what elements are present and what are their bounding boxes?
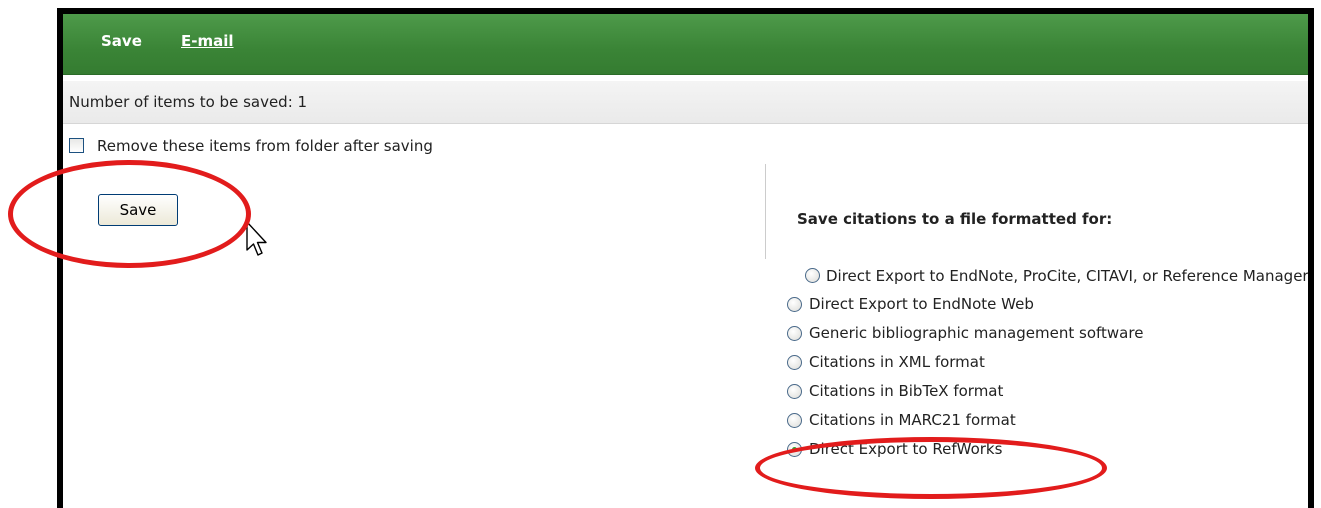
column-divider xyxy=(765,164,766,259)
mouse-cursor-icon xyxy=(246,221,267,256)
radio-marc21[interactable] xyxy=(787,413,802,428)
items-count-bar: Number of items to be saved: 1 xyxy=(63,81,1308,124)
export-option-bibtex[interactable]: Citations in BibTeX format xyxy=(785,377,1308,406)
export-option-label: Direct Export to EndNote, ProCite, CITAV… xyxy=(826,267,1309,285)
export-option-refworks[interactable]: Direct Export to RefWorks xyxy=(785,435,1308,464)
export-options-list: Direct Export to EndNote, ProCite, CITAV… xyxy=(785,262,1309,464)
header-bar: Save E-mail xyxy=(63,14,1308,75)
remove-items-label[interactable]: Remove these items from folder after sav… xyxy=(97,137,433,155)
radio-refworks[interactable] xyxy=(787,442,802,457)
export-option-label: Direct Export to RefWorks xyxy=(809,440,1003,458)
export-option-label: Citations in MARC21 format xyxy=(809,411,1016,429)
export-option-endnote-web[interactable]: Direct Export to EndNote Web xyxy=(785,290,1308,319)
export-option-marc21[interactable]: Citations in MARC21 format xyxy=(785,406,1308,435)
export-option-label: Generic bibliographic management softwar… xyxy=(809,324,1144,342)
items-count-text: Number of items to be saved: 1 xyxy=(69,93,308,111)
export-option-xml[interactable]: Citations in XML format xyxy=(785,348,1308,377)
save-button[interactable]: Save xyxy=(98,194,178,226)
export-option-label: Citations in BibTeX format xyxy=(809,382,1004,400)
radio-bibtex[interactable] xyxy=(787,384,802,399)
tab-save[interactable]: Save xyxy=(101,32,142,50)
radio-xml[interactable] xyxy=(787,355,802,370)
tab-email[interactable]: E-mail xyxy=(181,32,234,50)
radio-generic[interactable] xyxy=(787,326,802,341)
export-section-title: Save citations to a file formatted for: xyxy=(797,210,1113,228)
export-option-endnote-procite[interactable]: Direct Export to EndNote, ProCite, CITAV… xyxy=(785,262,1309,290)
remove-items-checkbox[interactable] xyxy=(69,138,84,153)
radio-endnote-procite[interactable] xyxy=(805,268,820,283)
export-option-label: Citations in XML format xyxy=(809,353,985,371)
export-option-generic[interactable]: Generic bibliographic management softwar… xyxy=(785,319,1308,348)
export-option-label: Direct Export to EndNote Web xyxy=(809,295,1034,313)
save-page-window: Save E-mail Number of items to be saved:… xyxy=(57,8,1314,508)
radio-endnote-web[interactable] xyxy=(787,297,802,312)
